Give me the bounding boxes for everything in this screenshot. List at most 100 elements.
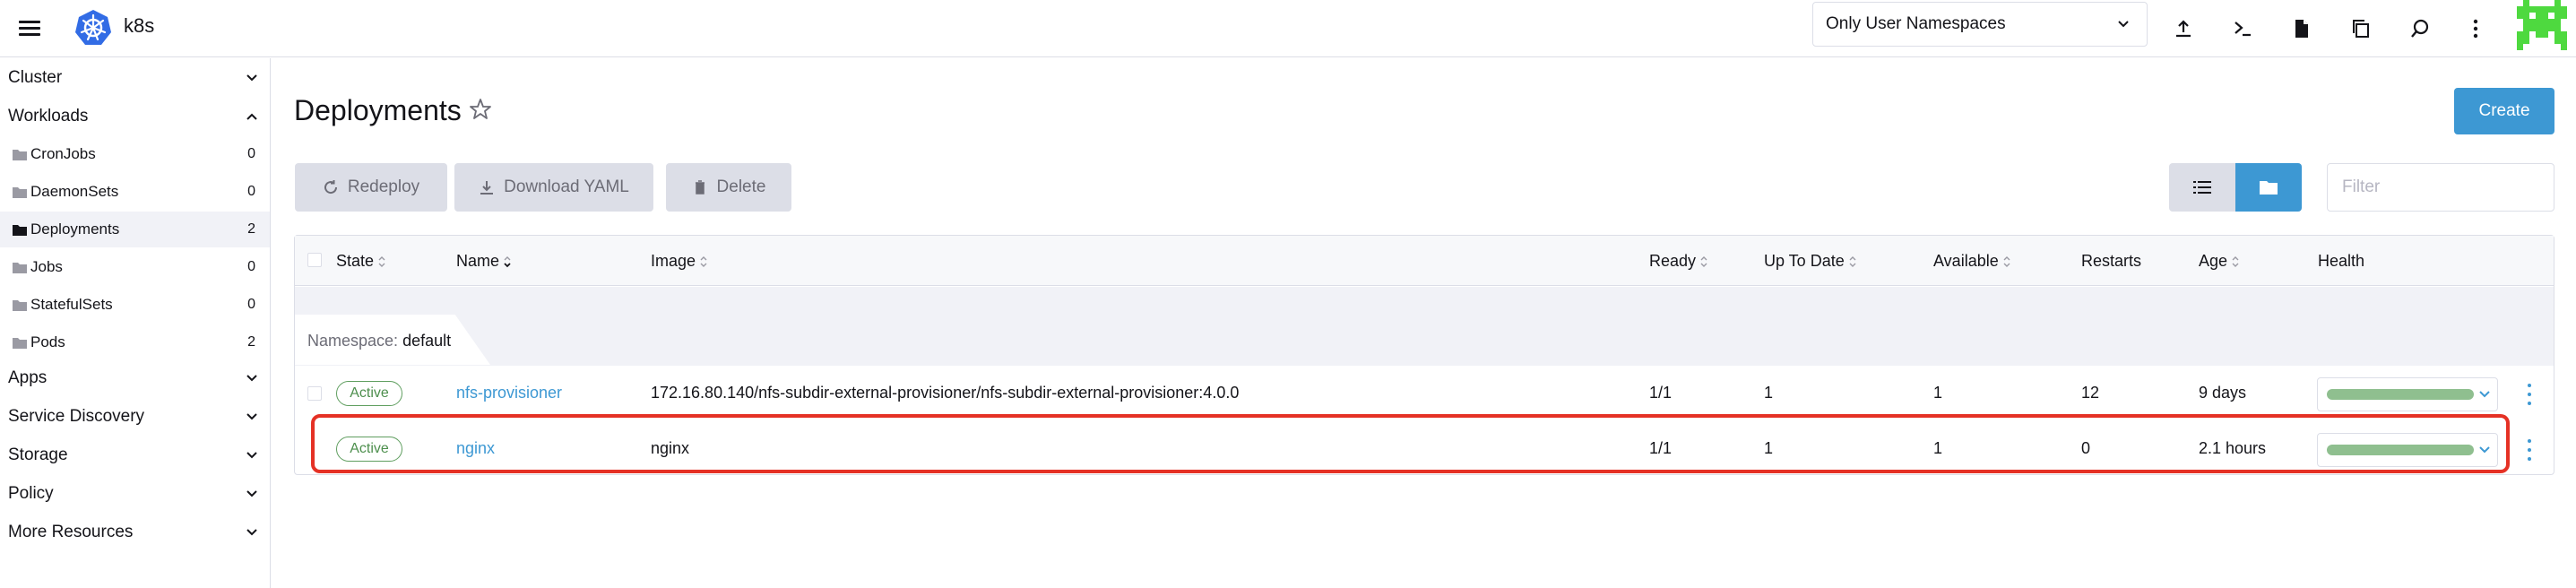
- column-label: Age: [2199, 252, 2228, 270]
- download-kubeconfig-button[interactable]: [2282, 9, 2321, 48]
- import-yaml-button[interactable]: [2164, 9, 2203, 48]
- sidebar-item-count: 0: [247, 259, 255, 274]
- more-vertical-icon: [2473, 19, 2478, 39]
- delete-label: Delete: [716, 177, 766, 196]
- sidebar-group-service-discovery[interactable]: Service Discovery: [0, 399, 270, 435]
- star-icon[interactable]: [468, 97, 493, 122]
- sidebar-item-daemonsets[interactable]: DaemonSets 0: [0, 174, 270, 210]
- column-label: Image: [651, 252, 696, 270]
- sidebar-item-label: DaemonSets: [30, 183, 119, 200]
- sidebar-group-policy[interactable]: Policy: [0, 476, 270, 512]
- sort-down-icon: [504, 255, 511, 267]
- table-header: State Name Image Ready Up To Date Availa…: [295, 236, 2554, 286]
- health-dropdown[interactable]: [2317, 377, 2498, 411]
- age-cell: 2.1 hours: [2199, 439, 2267, 457]
- namespace-group-header: [295, 287, 2554, 366]
- sidebar-item-cronjobs[interactable]: CronJobs 0: [0, 136, 270, 172]
- download-yaml-button[interactable]: Download YAML: [454, 163, 653, 212]
- restarts-cell: 12: [2081, 384, 2100, 402]
- column-header-name[interactable]: Name: [456, 252, 512, 271]
- flat-list-view-button[interactable]: [2169, 163, 2235, 212]
- sidebar-item-jobs[interactable]: Jobs 0: [0, 249, 270, 285]
- namespace-select-value: Only User Namespaces: [1826, 14, 2006, 33]
- sidebar-item-pods[interactable]: Pods 2: [0, 324, 270, 360]
- select-all-checkbox[interactable]: [307, 253, 322, 267]
- column-label: Available: [1933, 252, 1999, 270]
- column-header-state[interactable]: State: [336, 252, 386, 271]
- available-cell: 1: [1933, 439, 1943, 457]
- column-header-age[interactable]: Age: [2199, 252, 2240, 271]
- row-actions-icon[interactable]: [2524, 438, 2535, 462]
- chevron-down-icon: [246, 452, 257, 459]
- status-badge: Active: [336, 437, 402, 462]
- sidebar-group-label: Policy: [8, 484, 54, 503]
- up-to-date-cell: 1: [1764, 384, 1774, 402]
- chevron-down-icon: [246, 490, 257, 497]
- sidebar-item-count: 2: [247, 221, 255, 237]
- health-dropdown[interactable]: [2317, 433, 2498, 467]
- chevron-down-icon: [246, 74, 257, 82]
- sidebar-item-count: 0: [247, 184, 255, 199]
- sidebar-group-more-resources[interactable]: More Resources: [0, 514, 270, 550]
- search-button[interactable]: [2400, 9, 2440, 48]
- sidebar-group-storage[interactable]: Storage: [0, 437, 270, 473]
- more-actions-button[interactable]: [2456, 9, 2495, 48]
- hamburger-icon[interactable]: [16, 18, 43, 39]
- top-header: k8s Only User Namespaces: [0, 0, 2576, 57]
- deployment-name-link[interactable]: nfs-provisioner: [456, 384, 562, 402]
- kubectl-shell-button[interactable]: [2223, 9, 2262, 48]
- sidebar-group-workloads[interactable]: Workloads: [0, 99, 270, 134]
- column-header-image[interactable]: Image: [651, 252, 708, 271]
- redeploy-label: Redeploy: [347, 177, 420, 196]
- column-header-available[interactable]: Available: [1933, 252, 2011, 271]
- list-icon: [2193, 181, 2211, 194]
- health-bar: [2327, 445, 2474, 455]
- download-icon: [480, 181, 494, 195]
- column-header-up-to-date[interactable]: Up To Date: [1764, 252, 1857, 271]
- namespace-select[interactable]: Only User Namespaces: [1812, 2, 2148, 47]
- sidebar-group-label: Service Discovery: [8, 407, 145, 426]
- sidebar-group-apps[interactable]: Apps: [0, 360, 270, 396]
- column-header-restarts: Restarts: [2081, 252, 2141, 271]
- chevron-down-icon: [246, 529, 257, 536]
- folder-icon: [13, 224, 27, 236]
- status-badge: Active: [336, 381, 402, 406]
- delete-button[interactable]: Delete: [666, 163, 791, 212]
- column-header-ready[interactable]: Ready: [1649, 252, 1708, 271]
- sidebar-item-count: 0: [247, 146, 255, 161]
- search-icon: [2411, 19, 2429, 38]
- create-button[interactable]: Create: [2454, 88, 2554, 134]
- download-yaml-label: Download YAML: [504, 177, 629, 196]
- folder-icon: [2260, 181, 2278, 195]
- copy-kubeconfig-button[interactable]: [2341, 9, 2381, 48]
- ready-cell: 1/1: [1649, 384, 1673, 402]
- sidebar-item-deployments[interactable]: Deployments 2: [0, 212, 270, 247]
- namespace-name: default: [402, 332, 452, 350]
- folder-icon: [13, 149, 27, 160]
- sidebar-item-label: Deployments: [30, 220, 120, 238]
- row-checkbox[interactable]: [307, 386, 322, 401]
- filter-input[interactable]: [2327, 163, 2554, 212]
- image-cell: 172.16.80.140/nfs-subdir-external-provis…: [651, 384, 1240, 402]
- sort-icon: [378, 255, 385, 267]
- copy-icon: [2353, 20, 2369, 38]
- sidebar-item-statefulsets[interactable]: StatefulSets 0: [0, 287, 270, 323]
- column-label: State: [336, 252, 375, 270]
- sidebar-group-cluster[interactable]: Cluster: [0, 60, 270, 96]
- image-cell: nginx: [651, 439, 690, 457]
- view-toggle: [2169, 163, 2302, 212]
- group-by-namespace-button[interactable]: [2235, 163, 2302, 212]
- avatar-icon[interactable]: [2517, 0, 2567, 50]
- row-actions-icon[interactable]: [2524, 383, 2535, 406]
- column-label: Health: [2318, 252, 2365, 270]
- trash-icon: [695, 180, 705, 195]
- deployment-name-link[interactable]: nginx: [456, 439, 495, 458]
- redeploy-button[interactable]: Redeploy: [295, 163, 447, 212]
- kubernetes-logo-icon[interactable]: [73, 8, 113, 48]
- sidebar-group-label: Workloads: [8, 107, 89, 125]
- sidebar: Cluster Workloads CronJobs 0 DaemonSets …: [0, 58, 271, 588]
- folder-icon: [13, 262, 27, 273]
- namespace-group-label: Namespace: default: [307, 332, 451, 350]
- sort-icon: [1849, 255, 1856, 267]
- sort-icon: [2232, 255, 2239, 267]
